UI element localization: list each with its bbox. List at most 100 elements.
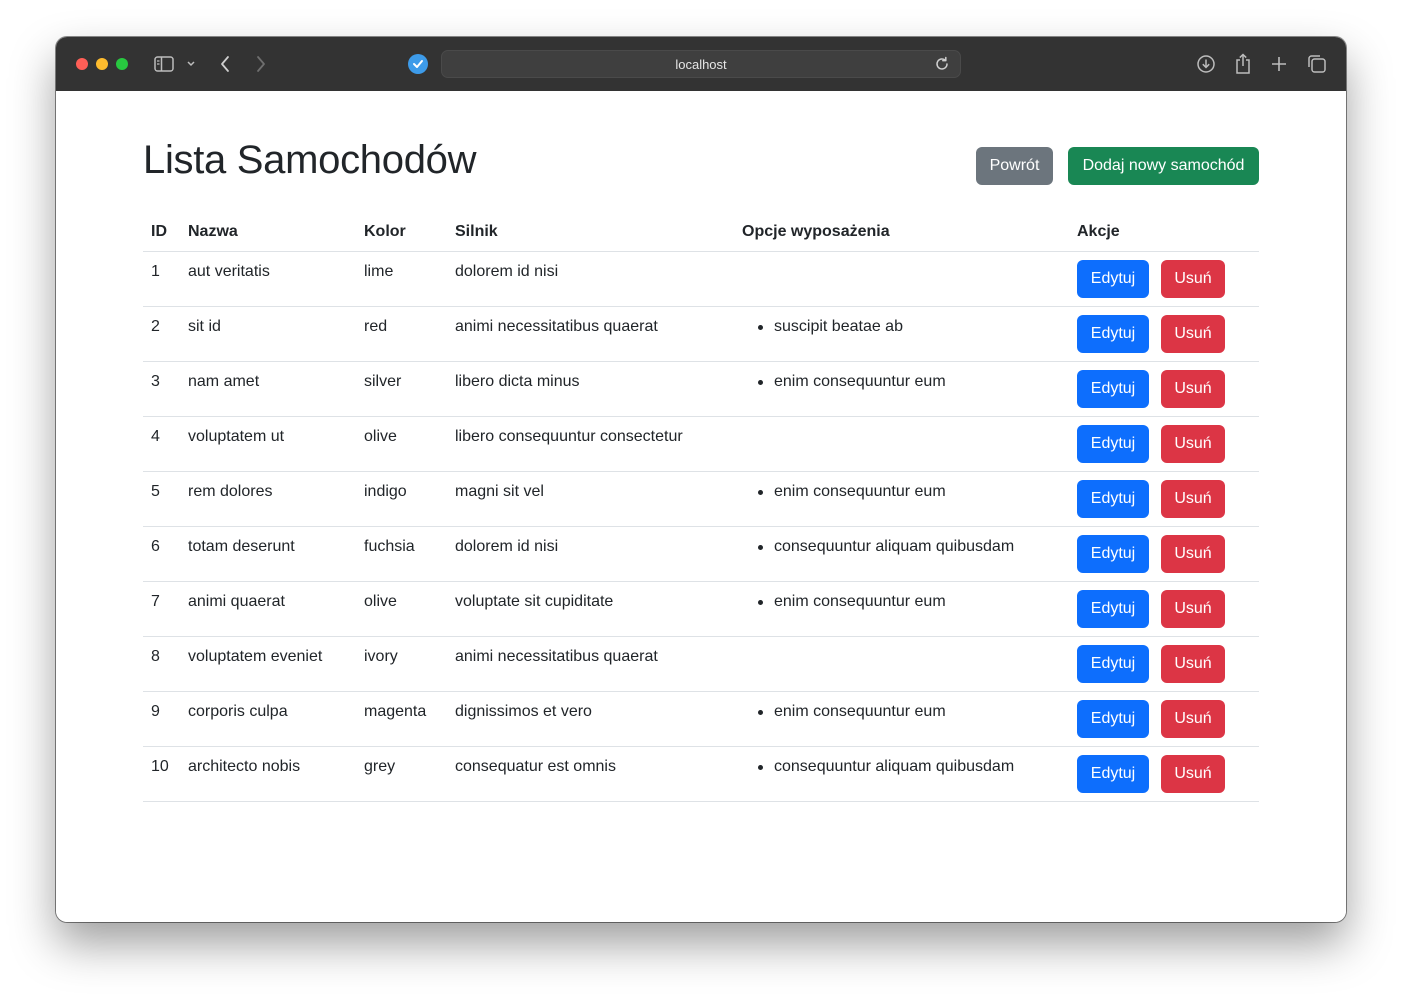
share-icon[interactable] xyxy=(1232,53,1254,74)
shield-check-icon[interactable] xyxy=(408,54,428,74)
edit-button[interactable]: Edytuj xyxy=(1077,259,1149,298)
zoom-window-button[interactable] xyxy=(116,58,128,70)
delete-button[interactable]: Usuń xyxy=(1161,589,1225,628)
edit-button[interactable]: Edytuj xyxy=(1077,314,1149,353)
cell-id: 6 xyxy=(143,526,180,582)
edit-button[interactable]: Edytuj xyxy=(1077,589,1149,628)
edit-button[interactable]: Edytuj xyxy=(1077,699,1149,738)
edit-button[interactable]: Edytuj xyxy=(1077,369,1149,408)
reload-icon[interactable] xyxy=(934,56,950,77)
cell-actions: Edytuj Usuń xyxy=(1069,251,1259,307)
cell-color: lime xyxy=(356,251,447,307)
delete-button[interactable]: Usuń xyxy=(1161,534,1225,573)
edit-button[interactable]: Edytuj xyxy=(1077,534,1149,573)
cell-id: 7 xyxy=(143,581,180,637)
url-text: localhost xyxy=(675,56,727,72)
edit-button[interactable]: Edytuj xyxy=(1077,644,1149,683)
column-header-actions: Akcje xyxy=(1069,213,1259,252)
cell-color: ivory xyxy=(356,636,447,692)
delete-button[interactable]: Usuń xyxy=(1161,699,1225,738)
tabs-overview-icon[interactable] xyxy=(1306,54,1328,74)
options-list: enim consequuntur eum xyxy=(742,480,1061,504)
address-bar[interactable]: localhost xyxy=(441,50,961,78)
cell-engine: magni sit vel xyxy=(447,471,734,527)
cell-engine: animi necessitatibus quaerat xyxy=(447,306,734,362)
cell-color: fuchsia xyxy=(356,526,447,582)
table-row: 1 aut veritatis lime dolorem id nisi Edytuj U… xyxy=(143,251,1259,307)
delete-button[interactable]: Usuń xyxy=(1161,369,1225,408)
cell-engine: voluptate sit cupiditate xyxy=(447,581,734,637)
cell-options: enim consequuntur eum xyxy=(734,471,1069,527)
cell-name: voluptatem eveniet xyxy=(180,636,356,692)
options-list: enim consequuntur eum xyxy=(742,370,1061,394)
delete-button[interactable]: Usuń xyxy=(1161,479,1225,518)
cell-actions: Edytuj Usuń xyxy=(1069,306,1259,362)
cell-actions: Edytuj Usuń xyxy=(1069,361,1259,417)
column-header-options: Opcje wyposażenia xyxy=(734,213,1069,252)
column-header-id: ID xyxy=(143,213,180,252)
delete-button[interactable]: Usuń xyxy=(1161,644,1225,683)
option-item: enim consequuntur eum xyxy=(758,370,1061,394)
add-car-button[interactable]: Dodaj nowy samochód xyxy=(1068,147,1259,185)
cell-color: magenta xyxy=(356,691,447,747)
cell-engine: animi necessitatibus quaerat xyxy=(447,636,734,692)
cell-actions: Edytuj Usuń xyxy=(1069,691,1259,747)
back-button[interactable]: Powrót xyxy=(976,147,1053,185)
download-icon[interactable] xyxy=(1195,54,1217,74)
option-item: enim consequuntur eum xyxy=(758,700,1061,724)
table-header-row: ID Nazwa Kolor Silnik Opcje wyposażenia … xyxy=(143,213,1259,252)
table-row: 10 architecto nobis grey consequatur est om… xyxy=(143,746,1259,802)
cell-name: corporis culpa xyxy=(180,691,356,747)
table-body: 1 aut veritatis lime dolorem id nisi Edytuj U… xyxy=(143,251,1259,802)
cell-color: red xyxy=(356,306,447,362)
minimize-window-button[interactable] xyxy=(96,58,108,70)
cell-options: suscipit beatae ab xyxy=(734,306,1069,362)
browser-window: localhost Lista Samochodów Powrót Dodaj … xyxy=(56,37,1346,922)
options-list: enim consequuntur eum xyxy=(742,700,1061,724)
cell-actions: Edytuj Usuń xyxy=(1069,526,1259,582)
sidebar-icon[interactable] xyxy=(153,54,175,74)
cell-name: totam deserunt xyxy=(180,526,356,582)
cell-options: enim consequuntur eum xyxy=(734,691,1069,747)
page-content: Lista Samochodów Powrót Dodaj nowy samoc… xyxy=(56,91,1346,922)
close-window-button[interactable] xyxy=(76,58,88,70)
cell-name: nam amet xyxy=(180,361,356,417)
cell-actions: Edytuj Usuń xyxy=(1069,581,1259,637)
delete-button[interactable]: Usuń xyxy=(1161,424,1225,463)
new-tab-icon[interactable] xyxy=(1269,54,1289,74)
back-arrow-icon[interactable] xyxy=(216,54,234,74)
edit-button[interactable]: Edytuj xyxy=(1077,424,1149,463)
edit-button[interactable]: Edytuj xyxy=(1077,754,1149,793)
cell-name: architecto nobis xyxy=(180,746,356,802)
browser-toolbar: localhost xyxy=(56,37,1346,91)
cell-options xyxy=(734,416,1069,472)
option-item: consequuntur aliquam quibusdam xyxy=(758,535,1061,559)
delete-button[interactable]: Usuń xyxy=(1161,314,1225,353)
delete-button[interactable]: Usuń xyxy=(1161,259,1225,298)
chevron-down-icon[interactable] xyxy=(184,54,198,74)
column-header-color: Kolor xyxy=(356,213,447,252)
edit-button[interactable]: Edytuj xyxy=(1077,479,1149,518)
cell-options xyxy=(734,251,1069,307)
cell-color: grey xyxy=(356,746,447,802)
delete-button[interactable]: Usuń xyxy=(1161,754,1225,793)
option-item: suscipit beatae ab xyxy=(758,315,1061,339)
cell-name: aut veritatis xyxy=(180,251,356,307)
cell-options: enim consequuntur eum xyxy=(734,361,1069,417)
table-row: 2 sit id red animi necessitatibus quaerat su… xyxy=(143,306,1259,362)
cell-name: animi quaerat xyxy=(180,581,356,637)
options-list: suscipit beatae ab xyxy=(742,315,1061,339)
cell-color: olive xyxy=(356,581,447,637)
cell-id: 3 xyxy=(143,361,180,417)
cell-id: 8 xyxy=(143,636,180,692)
cell-engine: libero consequuntur consectetur xyxy=(447,416,734,472)
cell-name: sit id xyxy=(180,306,356,362)
options-list: consequuntur aliquam quibusdam xyxy=(742,755,1061,779)
cell-id: 4 xyxy=(143,416,180,472)
option-item: enim consequuntur eum xyxy=(758,590,1061,614)
forward-arrow-icon[interactable] xyxy=(252,54,270,74)
options-list: enim consequuntur eum xyxy=(742,590,1061,614)
cell-engine: dolorem id nisi xyxy=(447,526,734,582)
cars-table: ID Nazwa Kolor Silnik Opcje wyposażenia … xyxy=(143,213,1259,802)
cell-actions: Edytuj Usuń xyxy=(1069,416,1259,472)
